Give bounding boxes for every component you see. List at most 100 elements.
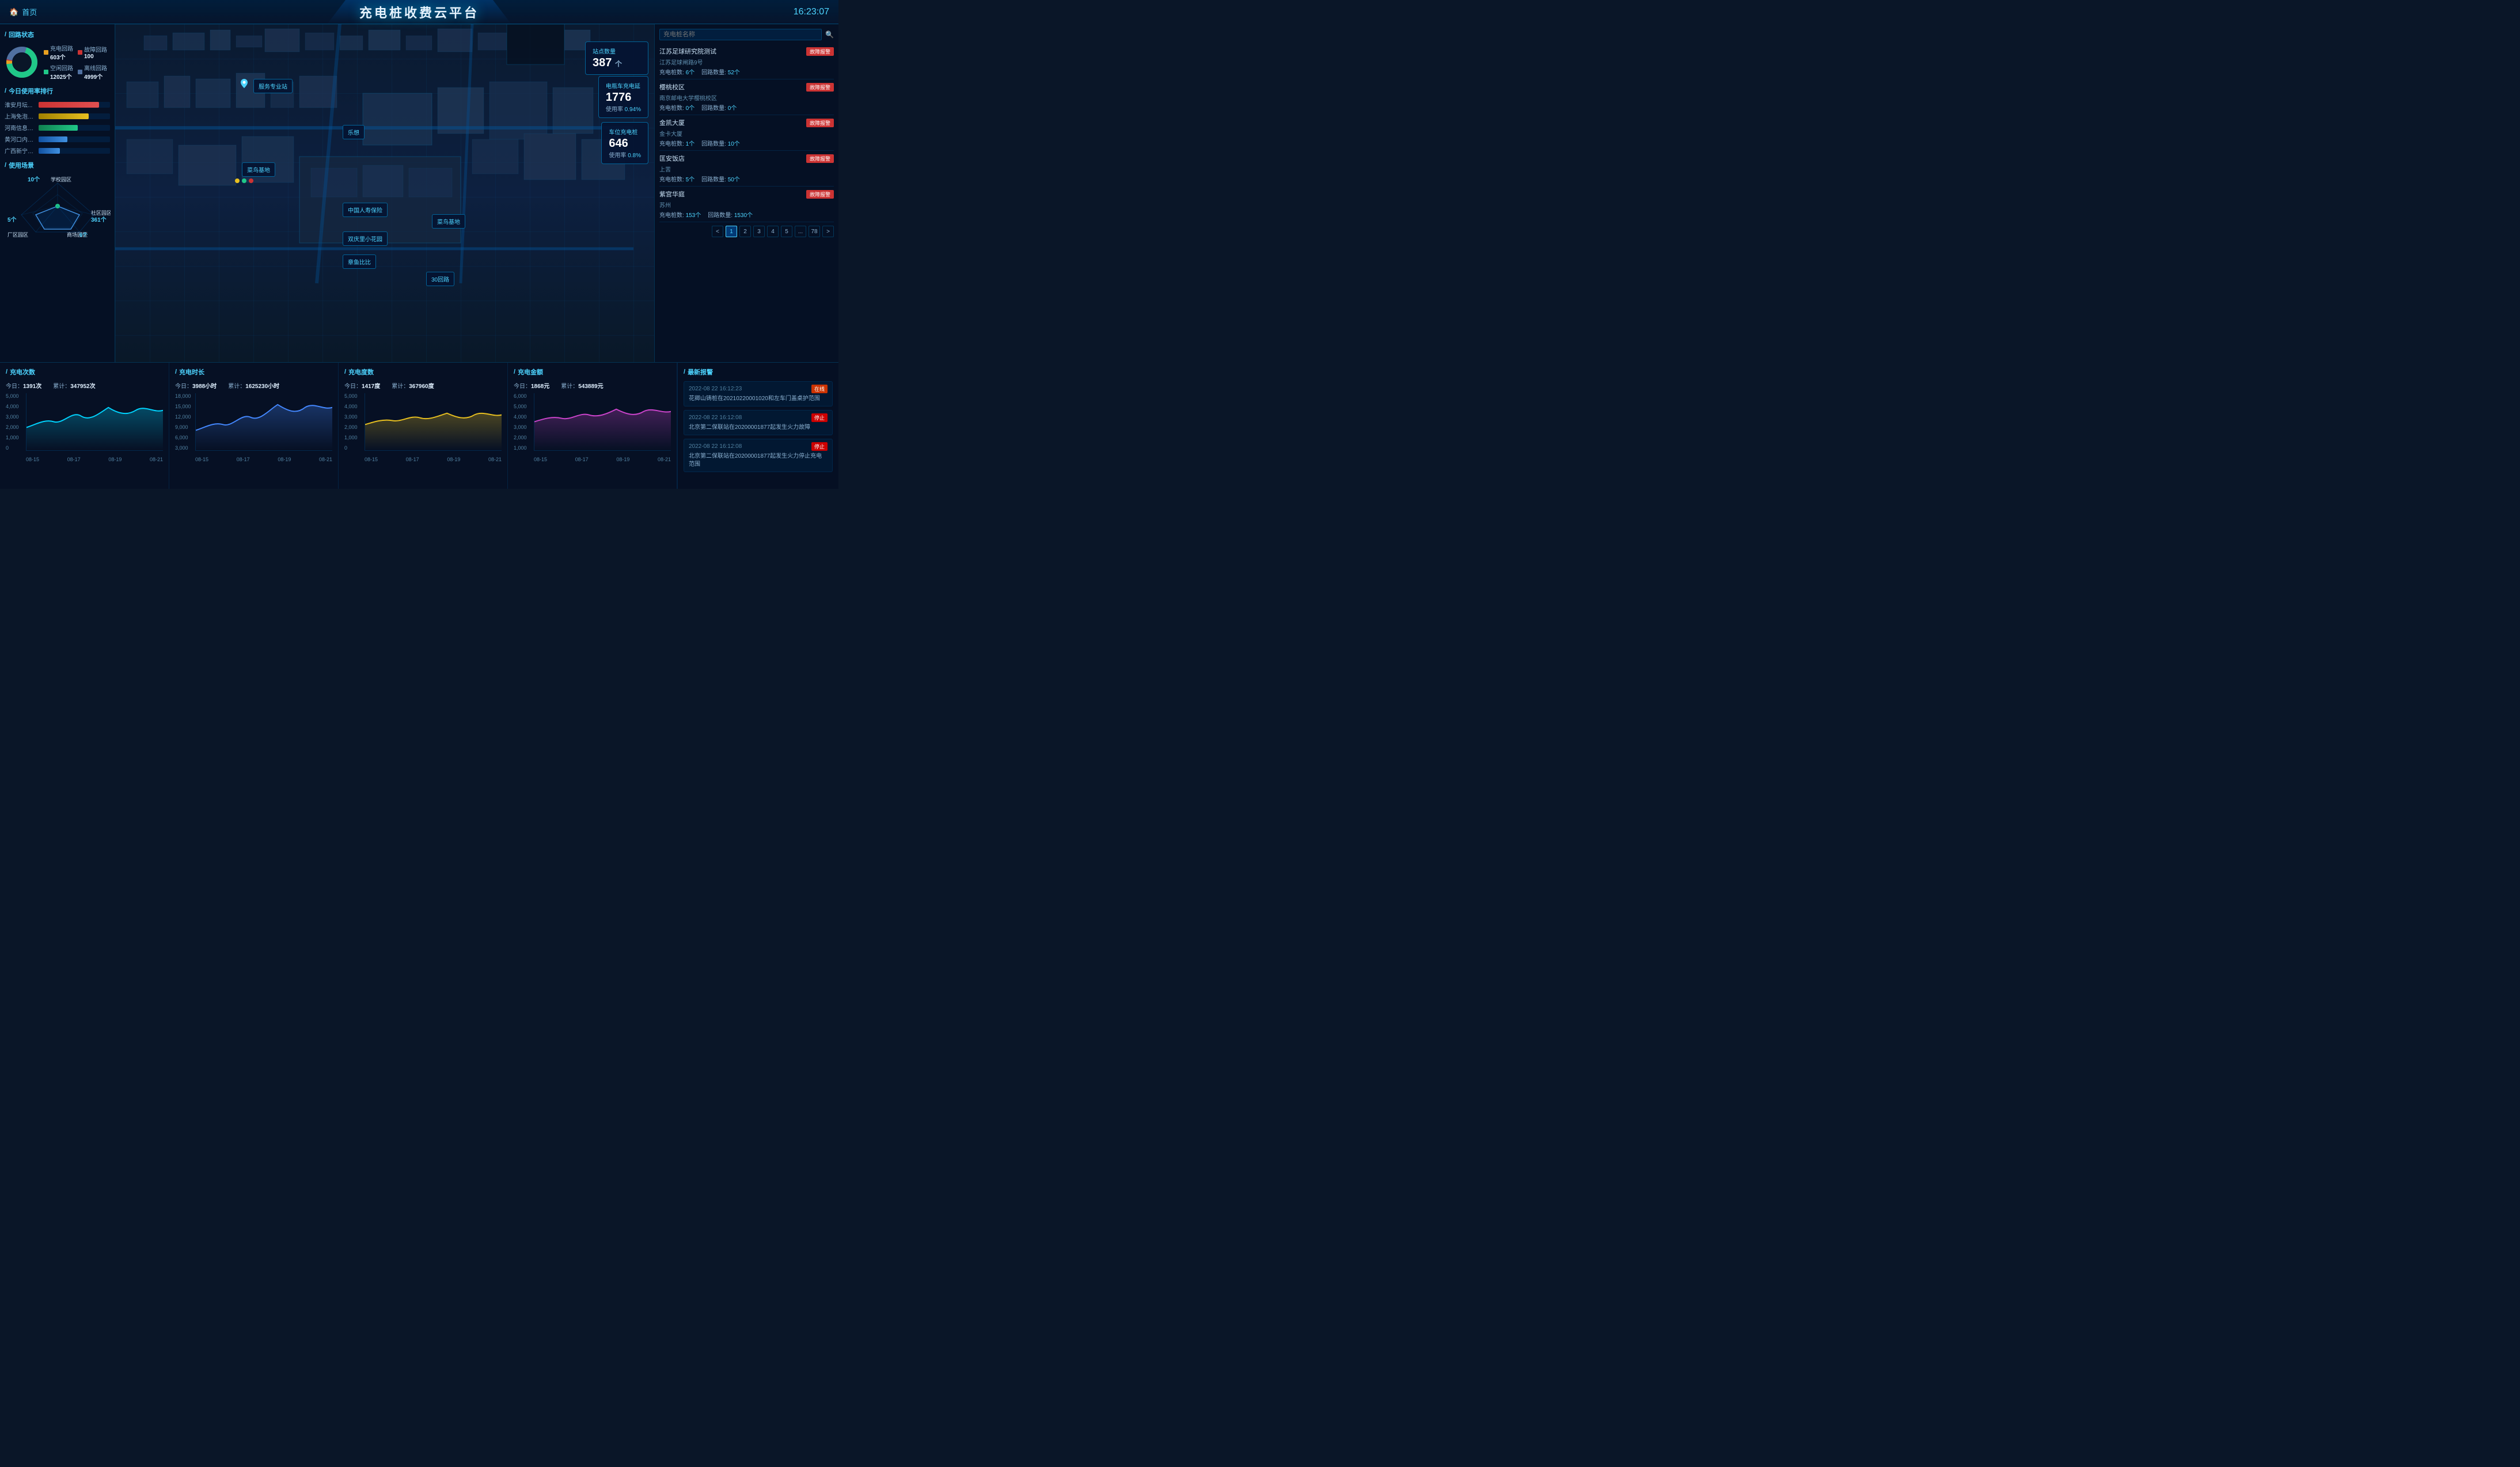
station-sub-5: 苏州 — [659, 200, 834, 209]
charge-duration-title: 充电时长 — [175, 367, 332, 377]
station-loop-4: 回路数量: 50个 — [701, 174, 740, 183]
usage-rank-title: 今日使用率排行 — [5, 86, 110, 96]
ev-charge-rate: 使用率 0.94% — [606, 104, 641, 113]
page-78-btn[interactable]: 78 — [809, 226, 820, 237]
station-item-2: 樱桃校区 故障报警 南京邮电大学樱桃校区 充电桩数: 0个 回路数量: 0个 — [659, 79, 834, 115]
page-5-btn[interactable]: 5 — [781, 226, 792, 237]
station-count-card: 站点数量 387 个 — [585, 41, 648, 75]
station-loop-3: 回路数量: 10个 — [701, 139, 740, 147]
map-area: 站点数量 387 个 电瓶车充电延 1776 使用率 0.94% 车位充电桩 6… — [115, 24, 654, 362]
charge-kwh-today: 今日：1417度 — [344, 381, 380, 390]
charge-duration-chart: 充电时长 今日：3988小时 累计：1625230小时 18,00015,000… — [169, 363, 339, 489]
news-item-3: 2022-08 22 16:12:08 停止 北京第二保联站在202000018… — [684, 439, 833, 472]
news-item-2: 2022-08 22 16:12:08 停止 北京第二保联站在202000018… — [684, 410, 833, 435]
rank-label-5: 广西新宁中... — [5, 146, 36, 155]
news-item-1: 2022-08 22 16:12:23 在线 花卿山铸桩在20210220001… — [684, 381, 833, 406]
map-label-4: 中国人寿保险 — [343, 203, 388, 217]
usage-rank-section: 淮安月坛... 上海免泡地... 河南信息安... 黄河口内部... 广西新宁中… — [5, 100, 110, 155]
station-name-4: 匡安饭店 — [659, 154, 685, 163]
page-ellipsis: ... — [795, 226, 806, 237]
charge-count-title: 充电次数 — [6, 367, 163, 377]
pagination: < 1 2 3 4 5 ... 78 > — [659, 222, 834, 237]
car-charge-title: 车位充电桩 — [609, 127, 641, 136]
news-panel-title: 最新报警 — [684, 367, 833, 377]
news-badge-1: 在线 — [811, 385, 828, 393]
search-icon[interactable]: 🔍 — [825, 31, 834, 39]
clock: 16:23:07 — [794, 7, 829, 17]
charge-amount-chart: 充电金额 今日：1868元 累计：543889元 6,0005,0004,000… — [508, 363, 677, 489]
svg-text:社区园区: 社区园区 — [91, 210, 111, 216]
station-badge-1: 故障报警 — [806, 47, 834, 56]
map-label-8: 30回路 — [426, 272, 454, 286]
car-charge-card: 车位充电桩 646 使用率 0.8% — [601, 122, 648, 164]
station-name-2: 樱桃校区 — [659, 82, 685, 92]
charge-kwh-chart: 充电度数 今日：1417度 累计：367960度 5,0004,0003,000… — [339, 363, 508, 489]
station-loop-1: 回路数量: 52个 — [701, 67, 740, 76]
station-badge-2: 故障报警 — [806, 83, 834, 92]
ev-charge-card: 电瓶车充电延 1776 使用率 0.94% — [598, 76, 648, 118]
car-charge-rate: 使用率 0.8% — [609, 150, 641, 159]
station-sub-4: 上苦 — [659, 165, 834, 173]
station-sub-1: 江苏足球闸路9号 — [659, 58, 834, 66]
station-item-1: 江苏足球研究院测试 故障报警 江苏足球闸路9号 充电桩数: 6个 回路数量: 5… — [659, 44, 834, 79]
right-panel: 🔍 江苏足球研究院测试 故障报警 江苏足球闸路9号 充电桩数: 6个 回路数量:… — [654, 24, 838, 362]
map-label-3: 菜鸟基地 — [242, 162, 275, 177]
usage-scene-section: 学校园区 10个 社区园区 361个 商场园区 6个 厂区园区 5个 — [5, 174, 110, 240]
station-badge-3: 故障报警 — [806, 119, 834, 127]
home-nav[interactable]: 🏠 首页 — [9, 6, 37, 17]
station-list: 江苏足球研究院测试 故障报警 江苏足球闸路9号 充电桩数: 6个 回路数量: 5… — [659, 44, 834, 222]
charge-amount-title: 充电金额 — [514, 367, 671, 377]
map-label-7: 菜鸟基地 — [432, 214, 465, 229]
station-search-input[interactable] — [659, 29, 822, 40]
donut-chart — [5, 45, 39, 79]
news-time-1: 2022-08 22 16:12:23 — [689, 386, 742, 392]
map-label-2: 乐想 — [343, 125, 365, 139]
charge-count-total: 累计：347952次 — [53, 381, 95, 390]
rank-label-1: 淮安月坛... — [5, 100, 36, 109]
page-1-btn[interactable]: 1 — [726, 226, 737, 237]
svg-text:5个: 5个 — [7, 216, 17, 223]
svg-text:6个: 6个 — [79, 231, 88, 238]
next-page-btn[interactable]: > — [822, 226, 834, 237]
map-label-1: 服务专业站 — [253, 79, 293, 93]
station-charge-1: 充电桩数: 6个 — [659, 67, 694, 76]
station-item-4: 匡安饭店 故障报警 上苦 充电桩数: 5个 回路数量: 50个 — [659, 151, 834, 187]
station-search-bar: 🔍 — [659, 29, 834, 40]
usage-scene-title: 使用场景 — [5, 161, 110, 170]
home-icon: 🏠 — [9, 7, 18, 17]
page-4-btn[interactable]: 4 — [767, 226, 779, 237]
station-count-title: 站点数量 — [593, 47, 641, 55]
news-time-3: 2022-08 22 16:12:08 — [689, 443, 742, 450]
station-name-5: 紫宫华庭 — [659, 189, 685, 199]
page-3-btn[interactable]: 3 — [753, 226, 765, 237]
news-text-1: 花卿山铸桩在20210220001020和左车门盖桌护范围 — [689, 395, 828, 403]
header: 🏠 首页 充电桩收费云平台 16:23:07 — [0, 0, 838, 24]
station-charge-5: 充电桩数: 153个 — [659, 210, 701, 219]
charge-kwh-total: 累计：367960度 — [392, 381, 434, 390]
left-panel: 回路状态 充电回路 — [0, 24, 115, 362]
station-sub-2: 南京邮电大学樱桃校区 — [659, 93, 834, 102]
loop-status-legend: 充电回路 603个 故障回路 100 空闲回路 12025个 — [44, 44, 107, 81]
rank-label-2: 上海免泡地... — [5, 112, 36, 120]
station-charge-2: 充电桩数: 0个 — [659, 103, 694, 112]
page-2-btn[interactable]: 2 — [739, 226, 751, 237]
charge-duration-today: 今日：3988小时 — [175, 381, 217, 390]
home-label: 首页 — [22, 6, 37, 17]
station-item-3: 金凯大厦 故障报警 金卡大厦 充电桩数: 1个 回路数量: 10个 — [659, 115, 834, 151]
svg-text:361个: 361个 — [91, 216, 107, 223]
prev-page-btn[interactable]: < — [712, 226, 723, 237]
charge-amount-total: 累计：543889元 — [561, 381, 603, 390]
charge-amount-today: 今日：1868元 — [514, 381, 549, 390]
news-badge-3: 停止 — [811, 442, 828, 451]
station-badge-4: 故障报警 — [806, 154, 834, 163]
rank-label-4: 黄河口内部... — [5, 135, 36, 143]
svg-text:10个: 10个 — [28, 176, 40, 183]
ev-charge-title: 电瓶车充电延 — [606, 81, 641, 90]
station-badge-5: 故障报警 — [806, 190, 834, 199]
news-text-2: 北京第二保联站在20200001877起发生火力故障 — [689, 424, 828, 432]
charge-duration-total: 累计：1625230小时 — [228, 381, 279, 390]
station-name-3: 金凯大厦 — [659, 118, 685, 127]
station-name-1: 江苏足球研究院测试 — [659, 47, 716, 56]
news-time-2: 2022-08 22 16:12:08 — [689, 415, 742, 421]
ev-charge-value: 1776 — [606, 91, 641, 104]
